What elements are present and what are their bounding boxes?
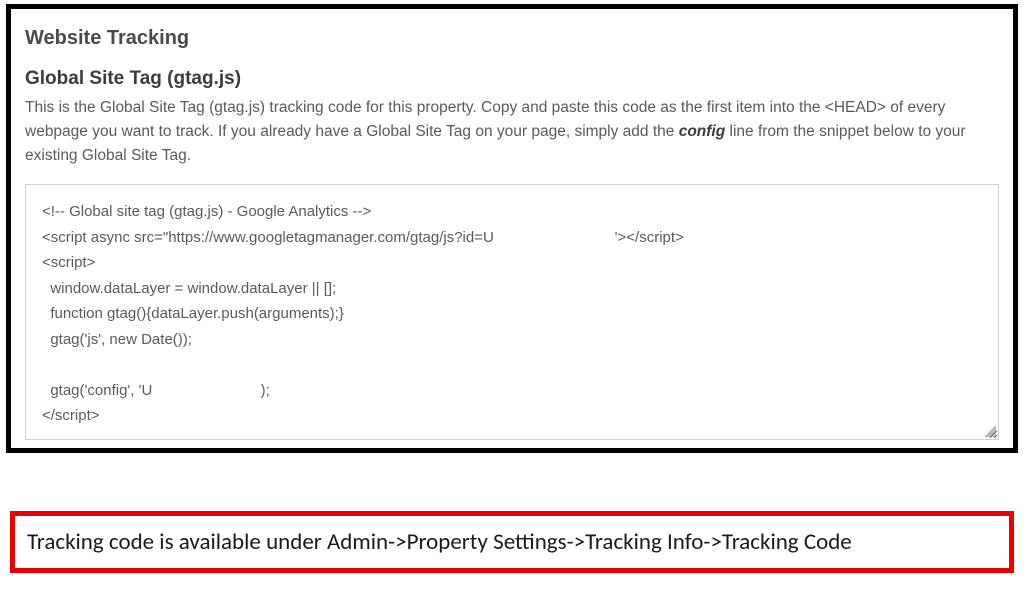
section-title: Website Tracking bbox=[25, 27, 999, 50]
note-text: Tracking code is available under Admin->… bbox=[27, 526, 997, 558]
tracking-panel-frame: Website Tracking Global Site Tag (gtag.j… bbox=[6, 4, 1018, 453]
note-frame: Tracking code is available under Admin->… bbox=[10, 511, 1014, 573]
subsection-title: Global Site Tag (gtag.js) bbox=[25, 68, 999, 90]
code-snippet-text: <!-- Global site tag (gtag.js) - Google … bbox=[42, 203, 684, 424]
config-word: config bbox=[679, 123, 726, 140]
description-text: This is the Global Site Tag (gtag.js) tr… bbox=[25, 96, 999, 168]
code-snippet-box[interactable]: <!-- Global site tag (gtag.js) - Google … bbox=[25, 184, 999, 440]
